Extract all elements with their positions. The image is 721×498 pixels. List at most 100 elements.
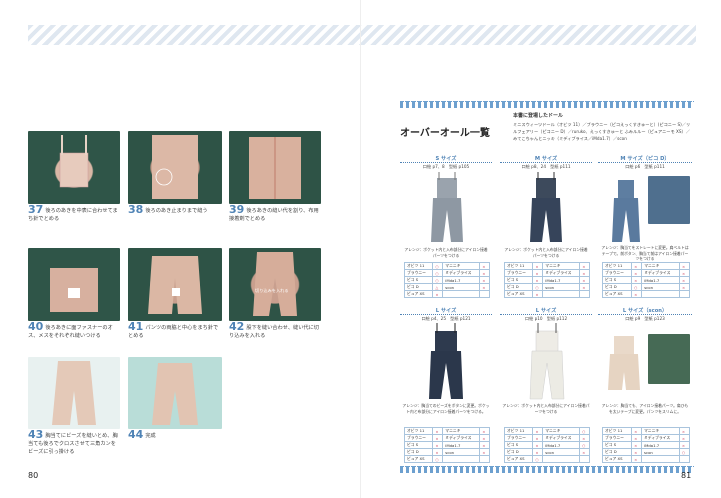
- fit-mark: ×: [631, 448, 643, 456]
- step-caption-40: 40 後ろあきに面ファスナーのオス、メスをそれぞれ縫いつける: [28, 320, 113, 339]
- fit-doll-name: scon: [542, 283, 581, 291]
- fit-doll-name: オビツ 11: [503, 427, 534, 435]
- fit-doll-name: ブラウニー: [601, 434, 633, 442]
- fit-doll-name: ピコ S: [503, 276, 534, 284]
- size-info-l-scon: 口絵 p9 型紙 p123: [625, 316, 665, 321]
- fit-mark: ×: [532, 276, 544, 284]
- header-stripe: [28, 25, 696, 45]
- fit-mark: [579, 290, 590, 298]
- step-caption-37: 37 後ろのあきを中表に合わせてまち針でとめる: [28, 203, 118, 222]
- fit-row: ピコ S × iMda1.7 ×: [503, 276, 590, 284]
- size-header-m-picod: M サイズ（ピコ D）: [598, 155, 692, 163]
- fit-mark: ×: [432, 441, 444, 449]
- size-note-s: アレンジ：ポケット内と入布部分にアイロン接着パーツをつける: [404, 247, 488, 258]
- fit-doll-name: ピュア XS: [601, 455, 633, 463]
- fit-mark: ×: [532, 269, 544, 277]
- fit-doll-name: ピュア XS: [403, 290, 434, 298]
- fit-mark: ×: [532, 441, 544, 449]
- fit-row: オビツ 11 ○ マニニキ ×: [403, 262, 490, 270]
- fit-row: ピコ D △ scon ×: [403, 283, 490, 291]
- fit-doll-name: ミディブライス: [542, 269, 581, 277]
- step-caption-43: 43 胸当てにビーズを縫いとめ、胸当ても後ろでクロスさせて三角カンをビーズに引っ掛…: [28, 428, 118, 455]
- fit-doll-name: オビツ 11: [601, 427, 633, 435]
- bottom-wave-border: [400, 466, 694, 473]
- fit-row: ピコ S ○ iMda1.7 ×: [403, 276, 490, 284]
- size-info-m-picod: 口絵 p6 型紙 p111: [625, 164, 665, 169]
- fit-mark: △: [432, 283, 444, 291]
- fit-doll-name: [641, 290, 681, 298]
- fit-doll-name: scon: [641, 448, 680, 456]
- fit-row: ピコ D × scon ×: [503, 448, 590, 456]
- fit-doll-name: ブラウニー: [403, 434, 434, 442]
- step-photo-42: [229, 248, 321, 321]
- fit-mark: ×: [532, 434, 544, 442]
- fit-mark: ×: [631, 276, 643, 284]
- size-info-m: 口絵 p8、24 型紙 p111: [521, 164, 571, 169]
- fit-doll-name: ミディブライス: [641, 434, 680, 442]
- fit-row: ピコ S × iMda1.7 ×: [601, 441, 691, 449]
- fit-row: ピコ S × iMda1.7 ×: [403, 441, 490, 449]
- step-caption-39: 39 後ろあきの縫い代を割り、布用接着剤でとめる: [229, 203, 319, 222]
- fit-mark: ×: [631, 441, 643, 449]
- fit-doll-name: オビツ 11: [403, 262, 434, 270]
- fit-doll-name: scon: [442, 283, 481, 291]
- fit-mark: ○: [678, 448, 691, 456]
- fit-doll-name: ブラウニー: [503, 269, 534, 277]
- fit-doll-name: ピュア XS: [601, 290, 633, 298]
- fit-mark: ×: [631, 455, 643, 463]
- page-fold: [360, 0, 361, 498]
- overall-detail-photo-l-scon: [648, 334, 690, 384]
- size-note-l2: アレンジ：ポケット内と入布部分にアイロン接着パーツをつける: [502, 403, 590, 414]
- fit-doll-name: iMda1.7: [442, 441, 481, 449]
- fit-mark: [479, 455, 490, 463]
- fit-doll-name: iMda1.7: [542, 276, 581, 284]
- fit-doll-name: [542, 290, 581, 298]
- fit-mark: ×: [532, 427, 544, 435]
- fit-mark: [479, 290, 490, 298]
- page-number-left: 80: [28, 471, 39, 480]
- fit-doll-name: ピコ S: [403, 441, 434, 449]
- fit-mark: ○: [532, 455, 544, 463]
- fit-row: オビツ 11 × マニニキ ○: [503, 427, 590, 435]
- fit-mark: ×: [679, 276, 690, 284]
- fit-doll-name: [542, 455, 581, 463]
- fit-mark: ○: [631, 283, 643, 291]
- fit-row: ピコ S × iMda1.7 ×: [601, 276, 690, 284]
- page-title: オーバーオール一覧: [400, 128, 490, 139]
- step-caption-42: 42 股下を縫い合わせ、縫い代に切り込みを入れる: [229, 320, 319, 339]
- fit-mark: ×: [679, 262, 690, 270]
- fit-doll-name: マニニキ: [641, 262, 681, 270]
- fit-row: ピコ D ○ scon ×: [503, 283, 590, 291]
- fit-doll-name: ブラウニー: [403, 269, 434, 277]
- fit-mark: ×: [432, 448, 444, 456]
- top-wave-border: [400, 101, 694, 108]
- fit-doll-name: ブラウニー: [601, 269, 633, 277]
- fit-mark: ×: [479, 262, 490, 270]
- step-photo-40: [28, 248, 120, 321]
- size-info-l: 口絵 p4、25 型紙 p121: [421, 316, 471, 321]
- fit-mark: ×: [678, 441, 691, 449]
- size-note-l-scon: アレンジ：胸当ても、アイロン接着パーツ。肩ひもを太いテープに変更。パンツをスリム…: [601, 403, 689, 414]
- fit-mark: ×: [631, 269, 643, 277]
- fit-table-m-picod: オビツ 11 × マニニキ × ブラウニー × ミディブライス × ピコ S × iMda1.7 × ピ…: [601, 262, 690, 298]
- fit-doll-name: scon: [442, 448, 481, 456]
- overall-photo-s: [431, 172, 463, 242]
- fit-mark: ○: [432, 262, 444, 270]
- photo-annotation-42: 切り込みを入れる: [255, 288, 289, 293]
- size-header-l-scon: L サイズ（scon）: [598, 307, 692, 315]
- overall-detail-photo-m-picod: [648, 176, 690, 224]
- fit-doll-name: ミディブライス: [542, 434, 581, 442]
- fit-doll-name: ピュア XS: [503, 290, 534, 298]
- step-caption-38: 38 後ろのあき止まりまで縫う: [128, 203, 208, 216]
- size-header-l: L サイズ: [400, 307, 492, 315]
- fit-row: ピコ D × scon ×: [403, 448, 490, 456]
- size-note-l: アレンジ：胸当てのビーズをボタンに変更。ポケット内と布部分にアイロン接着パーツを…: [402, 403, 490, 414]
- fit-doll-name: マニニキ: [542, 262, 581, 270]
- size-header-l2: L サイズ: [500, 307, 592, 315]
- fit-row: オビツ 11 × マニニキ ×: [403, 427, 490, 435]
- fit-doll-name: ピコ D: [503, 283, 534, 291]
- fit-doll-name: ピコ S: [503, 441, 534, 449]
- fit-mark: ×: [532, 448, 544, 456]
- step-photo-43: [28, 357, 120, 429]
- overall-photo-l2: [529, 323, 565, 400]
